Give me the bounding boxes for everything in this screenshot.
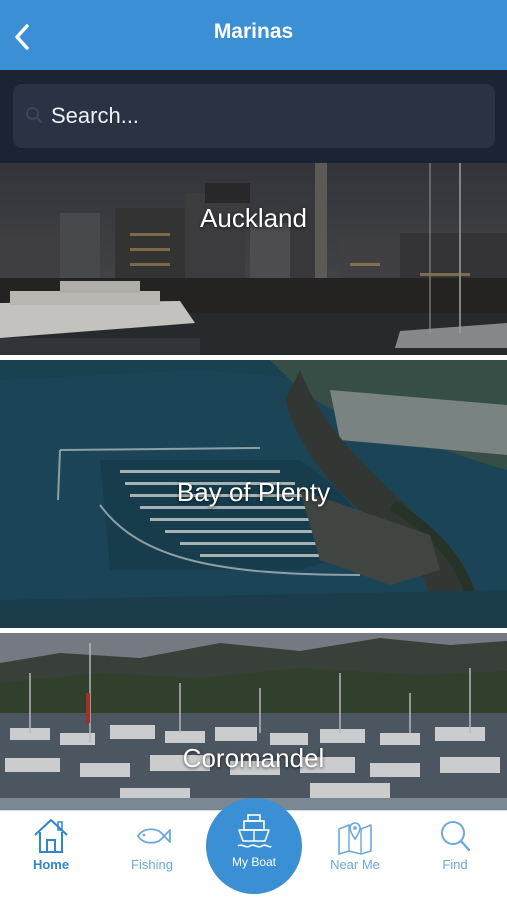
tab-label: Home (32, 857, 70, 872)
tab-home[interactable]: Home (6, 811, 96, 881)
search-icon (26, 107, 42, 123)
map-pin-icon (338, 822, 372, 855)
tab-label: Fishing (131, 857, 173, 872)
tab-near-me[interactable]: Near Me (310, 811, 400, 881)
tab-find[interactable]: Find (410, 811, 500, 881)
auckland-photo (0, 163, 507, 355)
tab-my-boat[interactable]: My Boat (206, 798, 302, 894)
marina-name: Auckland (200, 203, 307, 233)
marina-list[interactable]: Auckland Bay of Plenty Coromandel (0, 163, 507, 810)
search-field[interactable] (13, 84, 495, 148)
marina-tile-bay-of-plenty[interactable]: Bay of Plenty (0, 360, 507, 628)
search-input[interactable] (51, 84, 481, 148)
marina-tile-auckland[interactable]: Auckland (0, 163, 507, 355)
search-bar-container (0, 70, 507, 163)
tab-label: Find (442, 857, 468, 872)
marina-name: Bay of Plenty (176, 477, 331, 507)
nav-header: Marinas (0, 0, 507, 70)
boat-icon (237, 814, 272, 848)
marina-name: Coromandel (182, 743, 325, 773)
tab-label: My Boat (231, 855, 276, 869)
marina-tile-coromandel[interactable]: Coromandel (0, 633, 507, 810)
tab-label: Near Me (330, 857, 380, 872)
search-icon (441, 821, 471, 852)
home-icon (34, 819, 68, 853)
coromandel-photo (0, 633, 507, 810)
tab-fishing[interactable]: Fishing (107, 811, 197, 881)
page-title: Marinas (213, 20, 294, 43)
fish-icon (136, 828, 171, 844)
